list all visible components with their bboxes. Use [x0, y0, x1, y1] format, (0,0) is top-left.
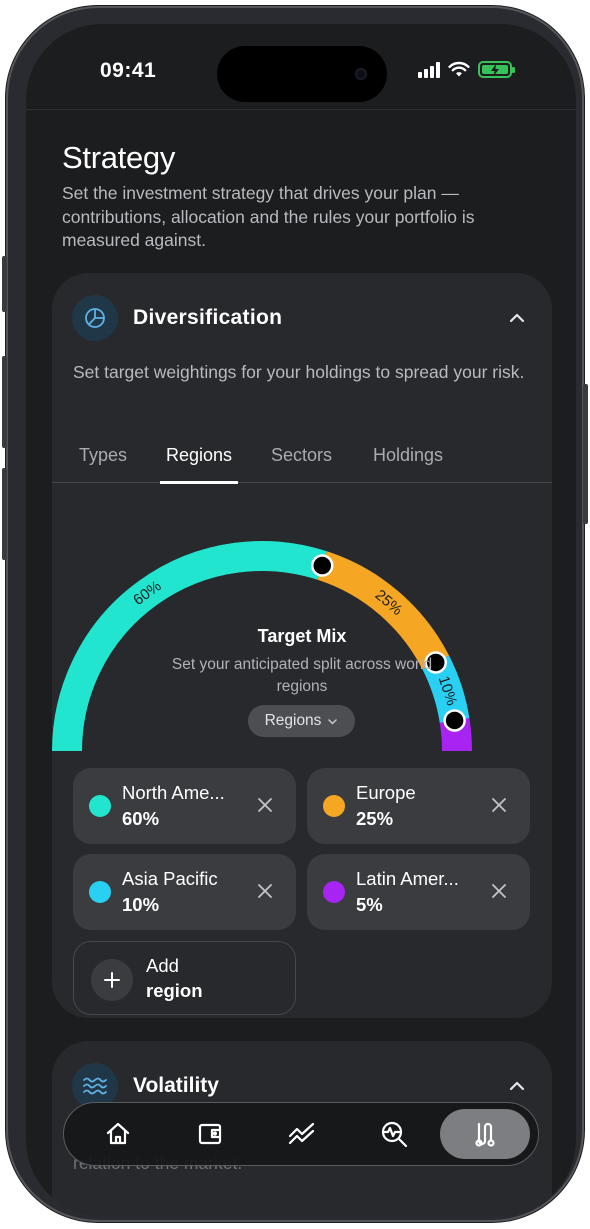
home-icon	[106, 1122, 130, 1145]
page-description: Set the investment strategy that drives …	[62, 183, 475, 250]
add-region-button[interactable]: Add region	[73, 941, 296, 1015]
status-time: 09:41	[100, 59, 157, 82]
nav-performance[interactable]	[266, 1109, 338, 1159]
remove-icon[interactable]	[256, 796, 274, 814]
region-color-dot	[323, 795, 345, 817]
remove-icon[interactable]	[256, 882, 274, 900]
nav-strategy[interactable]	[440, 1109, 530, 1159]
status-icons	[418, 61, 515, 78]
cellular-signal-icon	[418, 61, 440, 78]
target-mix-subtitle: Set your anticipated split across world …	[171, 656, 433, 695]
region-percent: 10%	[122, 894, 160, 915]
target-mix-title: Target Mix	[257, 626, 347, 646]
add-region-label-line2: region	[146, 980, 203, 1001]
dynamic-island	[217, 46, 387, 102]
region-chip-north-america[interactable]: North Ame... 60%	[73, 768, 296, 844]
region-color-dot	[89, 795, 111, 817]
card-title: Volatility	[133, 1074, 219, 1097]
region-color-dot	[323, 881, 345, 903]
wifi-icon	[448, 61, 470, 77]
trend-lines-icon	[288, 1122, 315, 1145]
nav-analysis[interactable]	[358, 1109, 430, 1159]
page-title: Strategy	[62, 140, 176, 175]
add-region-label-line1: Add	[146, 955, 179, 976]
diversification-card: Diversification Set target weightings fo…	[52, 273, 552, 1018]
region-name: Europe	[356, 782, 416, 803]
app-screen: 09:41 Strategy Set the investment strate…	[26, 24, 576, 1216]
tab-sectors[interactable]: Sectors	[271, 439, 332, 483]
plus-icon	[91, 959, 133, 1001]
camera-icon	[355, 68, 367, 80]
volume-up-button	[2, 356, 7, 448]
gauge-drag-handle[interactable]	[443, 709, 466, 732]
card-title: Diversification	[133, 306, 283, 329]
regions-selector-label: Regions	[264, 712, 322, 729]
status-bar: 09:41	[26, 24, 576, 110]
region-color-dot	[89, 881, 111, 903]
pie-chart-icon	[72, 295, 118, 341]
tab-types[interactable]: Types	[79, 439, 127, 483]
regions-selector[interactable]: Regions	[248, 705, 355, 737]
wallet-icon	[198, 1123, 222, 1145]
tab-regions[interactable]: Regions	[159, 439, 239, 484]
card-description: Set target weightings for your holdings …	[73, 362, 525, 382]
region-percent: 60%	[122, 808, 160, 829]
remove-icon[interactable]	[490, 796, 508, 814]
gauge-segment	[317, 551, 450, 670]
route-icon	[475, 1122, 495, 1147]
nav-wallet[interactable]	[174, 1109, 246, 1159]
region-chip-asia-pacific[interactable]: Asia Pacific 10%	[73, 854, 296, 930]
region-name: North Ame...	[122, 782, 225, 803]
region-name: Asia Pacific	[122, 868, 218, 889]
tab-bar: Types Regions Sectors Holdings	[52, 439, 552, 484]
region-chip-europe[interactable]: Europe 25%	[307, 768, 530, 844]
search-pulse-icon	[381, 1121, 408, 1148]
chevron-up-icon[interactable]	[508, 309, 526, 327]
remove-icon[interactable]	[490, 882, 508, 900]
power-button	[583, 384, 588, 524]
battery-charging-icon	[478, 61, 515, 78]
region-percent: 25%	[356, 808, 394, 829]
volume-down-button	[2, 468, 7, 560]
nav-home[interactable]	[82, 1109, 154, 1159]
region-percent: 5%	[356, 894, 383, 915]
chevron-down-icon	[328, 718, 338, 725]
gauge-drag-handle[interactable]	[311, 554, 334, 577]
region-chip-latin-america[interactable]: Latin Amer... 5%	[307, 854, 530, 930]
region-name: Latin Amer...	[356, 868, 459, 889]
bottom-navigation	[63, 1102, 539, 1166]
tab-holdings[interactable]: Holdings	[373, 439, 443, 483]
phone-frame: 09:41 Strategy Set the investment strate…	[2, 6, 588, 1222]
chevron-up-icon[interactable]	[508, 1077, 526, 1095]
action-button	[2, 256, 7, 312]
